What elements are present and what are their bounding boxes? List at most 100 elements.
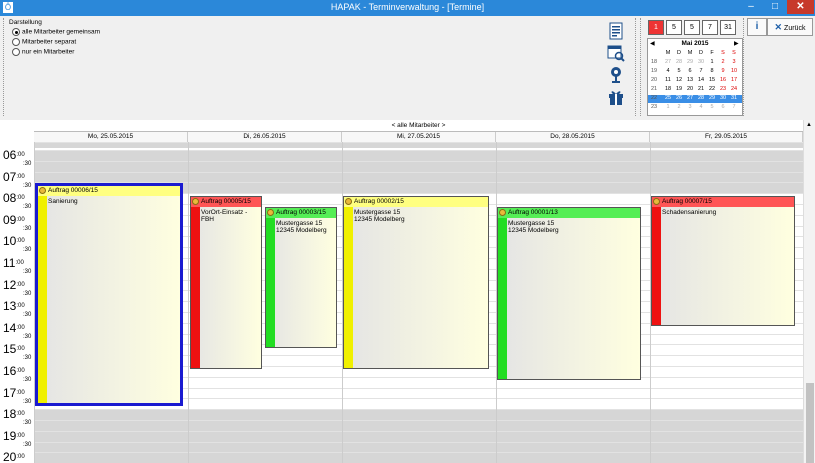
calendar-day[interactable]: 31 — [730, 95, 738, 101]
document-icon[interactable] — [607, 22, 625, 40]
calendar-day[interactable]: 8 — [708, 68, 716, 74]
day-header[interactable]: Fr, 29.05.2015 — [650, 132, 803, 142]
calendar-day[interactable]: 28 — [675, 59, 683, 65]
calendar-day[interactable]: 17 — [730, 77, 738, 83]
appointment[interactable]: Auftrag 00005/15 VorOrt-Einsatz - FBH — [190, 196, 262, 369]
radio-employee-separate[interactable]: Mitarbeiter separat — [12, 38, 76, 46]
calendar-day[interactable]: 11 — [664, 77, 672, 83]
day-column-divider — [188, 142, 189, 463]
time-slot[interactable] — [34, 420, 803, 431]
separator — [640, 18, 641, 116]
scrollbar-thumb[interactable] — [806, 383, 814, 463]
calendar-day[interactable]: 7 — [730, 104, 738, 110]
hour-label: 08:00 — [3, 191, 25, 206]
appointment[interactable]: Auftrag 00007/15 Schadensanierung — [651, 196, 795, 326]
calendar-day[interactable]: 7 — [697, 68, 705, 74]
calendar-day[interactable]: 2 — [719, 59, 727, 65]
radio-all-employees[interactable]: alle Mitarbeiter gemeinsam — [12, 28, 100, 36]
calendar-day[interactable]: 16 — [719, 77, 727, 83]
maximize-button[interactable]: □ — [763, 0, 787, 14]
vertical-scrollbar[interactable]: ▲ — [803, 120, 815, 463]
radio-dot-selected — [12, 28, 20, 36]
gift-icon[interactable] — [607, 88, 625, 106]
appointment[interactable]: Auftrag 00002/15 Mustergasse 15 12345 Mode… — [343, 196, 489, 369]
hour-label: 12:00 — [3, 277, 25, 292]
time-slot[interactable] — [34, 150, 803, 161]
appointment[interactable]: Auftrag 00006/15 Sanierung — [35, 183, 183, 406]
week-view-button[interactable]: 5 — [684, 20, 700, 35]
calendar-day[interactable]: 18 — [664, 86, 672, 92]
appointment[interactable]: Auftrag 00003/15 Mustergasse 15 12345 Mode… — [265, 207, 337, 348]
calendar-day[interactable]: 20 — [686, 86, 694, 92]
appointment-detail-line: Mustergasse 15 — [508, 220, 555, 227]
weekday-label: M — [665, 50, 671, 56]
next-month-button[interactable]: ▶ — [734, 40, 739, 47]
employee-header[interactable]: < alle Mitarbeiter > — [34, 120, 803, 132]
calendar-day[interactable]: 28 — [697, 95, 705, 101]
schedule-grid[interactable]: < alle Mitarbeiter > Mo, 25.05.2015 Di, 2… — [0, 120, 803, 463]
day-header[interactable]: Di, 26.05.2015 — [188, 132, 342, 142]
workweek-view-button[interactable]: 5 — [666, 20, 682, 35]
time-slot[interactable] — [34, 171, 803, 183]
appointment-icon — [345, 198, 352, 205]
appointment-details: Sanierung — [48, 198, 178, 205]
back-button[interactable]: ✕ Zurück — [767, 18, 813, 36]
appointment[interactable]: Auftrag 00001/13 Mustergasse 15 12345 Mode… — [497, 207, 641, 380]
full-week-view-button[interactable]: 7 — [702, 20, 718, 35]
calendar-day[interactable]: 4 — [664, 68, 672, 74]
calendar-day[interactable]: 29 — [686, 59, 694, 65]
calendar-day[interactable]: 24 — [730, 86, 738, 92]
calendar-day[interactable]: 26 — [675, 95, 683, 101]
hour-label: 14:00 — [3, 320, 25, 335]
calendar-day[interactable]: 5 — [708, 104, 716, 110]
calendar-day[interactable]: 19 — [675, 86, 683, 92]
calendar-day[interactable]: 3 — [686, 104, 694, 110]
calendar-search-icon[interactable] — [607, 44, 625, 62]
calendar-day[interactable]: 22 — [708, 86, 716, 92]
minimize-button[interactable]: – — [739, 0, 763, 14]
calendar-day[interactable]: 5 — [675, 68, 683, 74]
month-view-button[interactable]: 31 — [720, 20, 736, 35]
info-button[interactable]: i — [747, 18, 767, 36]
radio-one-employee[interactable]: nur ein Mitarbeiter — [12, 48, 74, 56]
calendar-day[interactable]: 4 — [697, 104, 705, 110]
calendar-day[interactable]: 3 — [730, 59, 738, 65]
calendar-day[interactable]: 25 — [664, 95, 672, 101]
calendar-day[interactable]: 27 — [664, 59, 672, 65]
calendar-day[interactable]: 30 — [719, 95, 727, 101]
time-slot[interactable] — [34, 441, 803, 453]
calendar-day[interactable]: 23 — [719, 86, 727, 92]
calendar-day[interactable]: 6 — [686, 68, 694, 74]
calendar-day[interactable]: 1 — [708, 59, 716, 65]
calendar-day[interactable]: 1 — [664, 104, 672, 110]
appointment-detail-line: Mustergasse 15 — [354, 209, 401, 216]
calendar-day[interactable]: 10 — [730, 68, 738, 74]
time-slot[interactable] — [34, 160, 803, 172]
close-button[interactable]: ✕ — [787, 0, 814, 14]
calendar-day[interactable]: 27 — [686, 95, 694, 101]
hour-label: 15:00 — [3, 342, 25, 357]
person-pin-icon[interactable] — [607, 66, 625, 84]
calendar-day[interactable]: 21 — [697, 86, 705, 92]
appointment-color-bar — [652, 197, 661, 325]
calendar-day[interactable]: 2 — [675, 104, 683, 110]
time-slot[interactable] — [34, 430, 803, 442]
calendar-day[interactable]: 12 — [675, 77, 683, 83]
calendar-day[interactable]: 29 — [708, 95, 716, 101]
day-header[interactable]: Do, 28.05.2015 — [496, 132, 650, 142]
calendar-day[interactable]: 14 — [697, 77, 705, 83]
calendar-day[interactable]: 15 — [708, 77, 716, 83]
day-header[interactable]: Mi, 27.05.2015 — [342, 132, 496, 142]
time-slot[interactable] — [34, 452, 803, 463]
day-view-button[interactable]: 1 — [648, 20, 664, 35]
appointment-icon — [39, 187, 46, 194]
calendar-day[interactable]: 9 — [719, 68, 727, 74]
day-header[interactable]: Mo, 25.05.2015 — [34, 132, 188, 142]
calendar-day[interactable]: 13 — [686, 77, 694, 83]
time-slot[interactable] — [34, 409, 803, 420]
half-hour-label: :30 — [23, 398, 32, 405]
calendar-day[interactable]: 30 — [697, 59, 705, 65]
radio-label: nur ein Mitarbeiter — [22, 48, 75, 56]
scroll-up-icon[interactable]: ▲ — [806, 122, 812, 128]
calendar-day[interactable]: 6 — [719, 104, 727, 110]
